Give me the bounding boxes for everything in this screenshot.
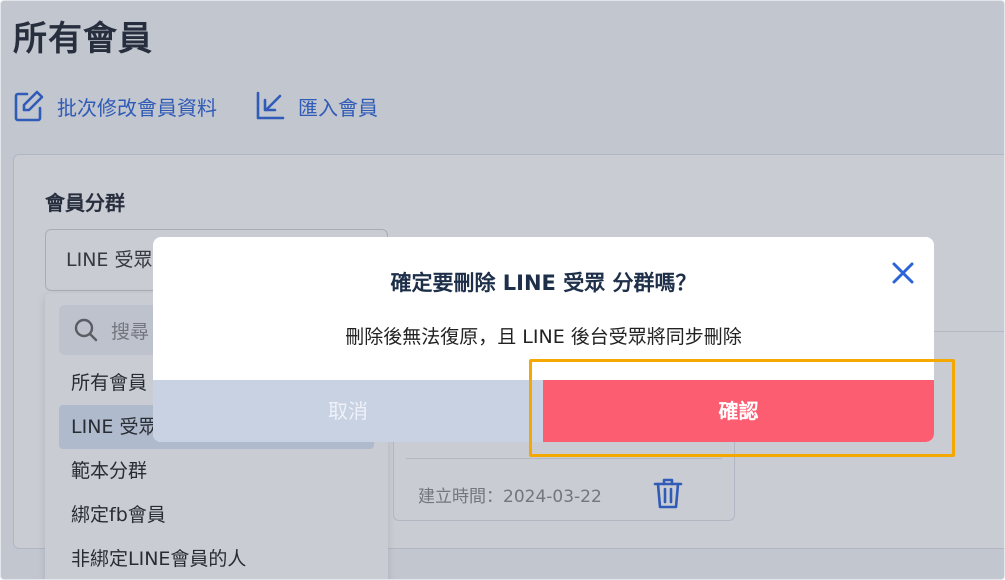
cancel-button[interactable]: 取消 [153, 380, 543, 442]
confirm-button[interactable]: 確認 [543, 380, 934, 442]
dialog-message: 刪除後無法復原，且 LINE 後台受眾將同步刪除 [345, 326, 742, 348]
dialog-title: 確定要刪除 LINE 受眾 分群嗎？ [390, 271, 697, 295]
delete-confirm-dialog: 確定要刪除 LINE 受眾 分群嗎？ 刪除後無法復原，且 LINE 後台受眾將同… [153, 237, 934, 442]
members-page: 所有會員 批次修改會員資料 匯入會員 會員分群 LINE 受眾 搜尋 所有會員 … [0, 0, 1005, 580]
close-icon[interactable] [887, 257, 919, 289]
